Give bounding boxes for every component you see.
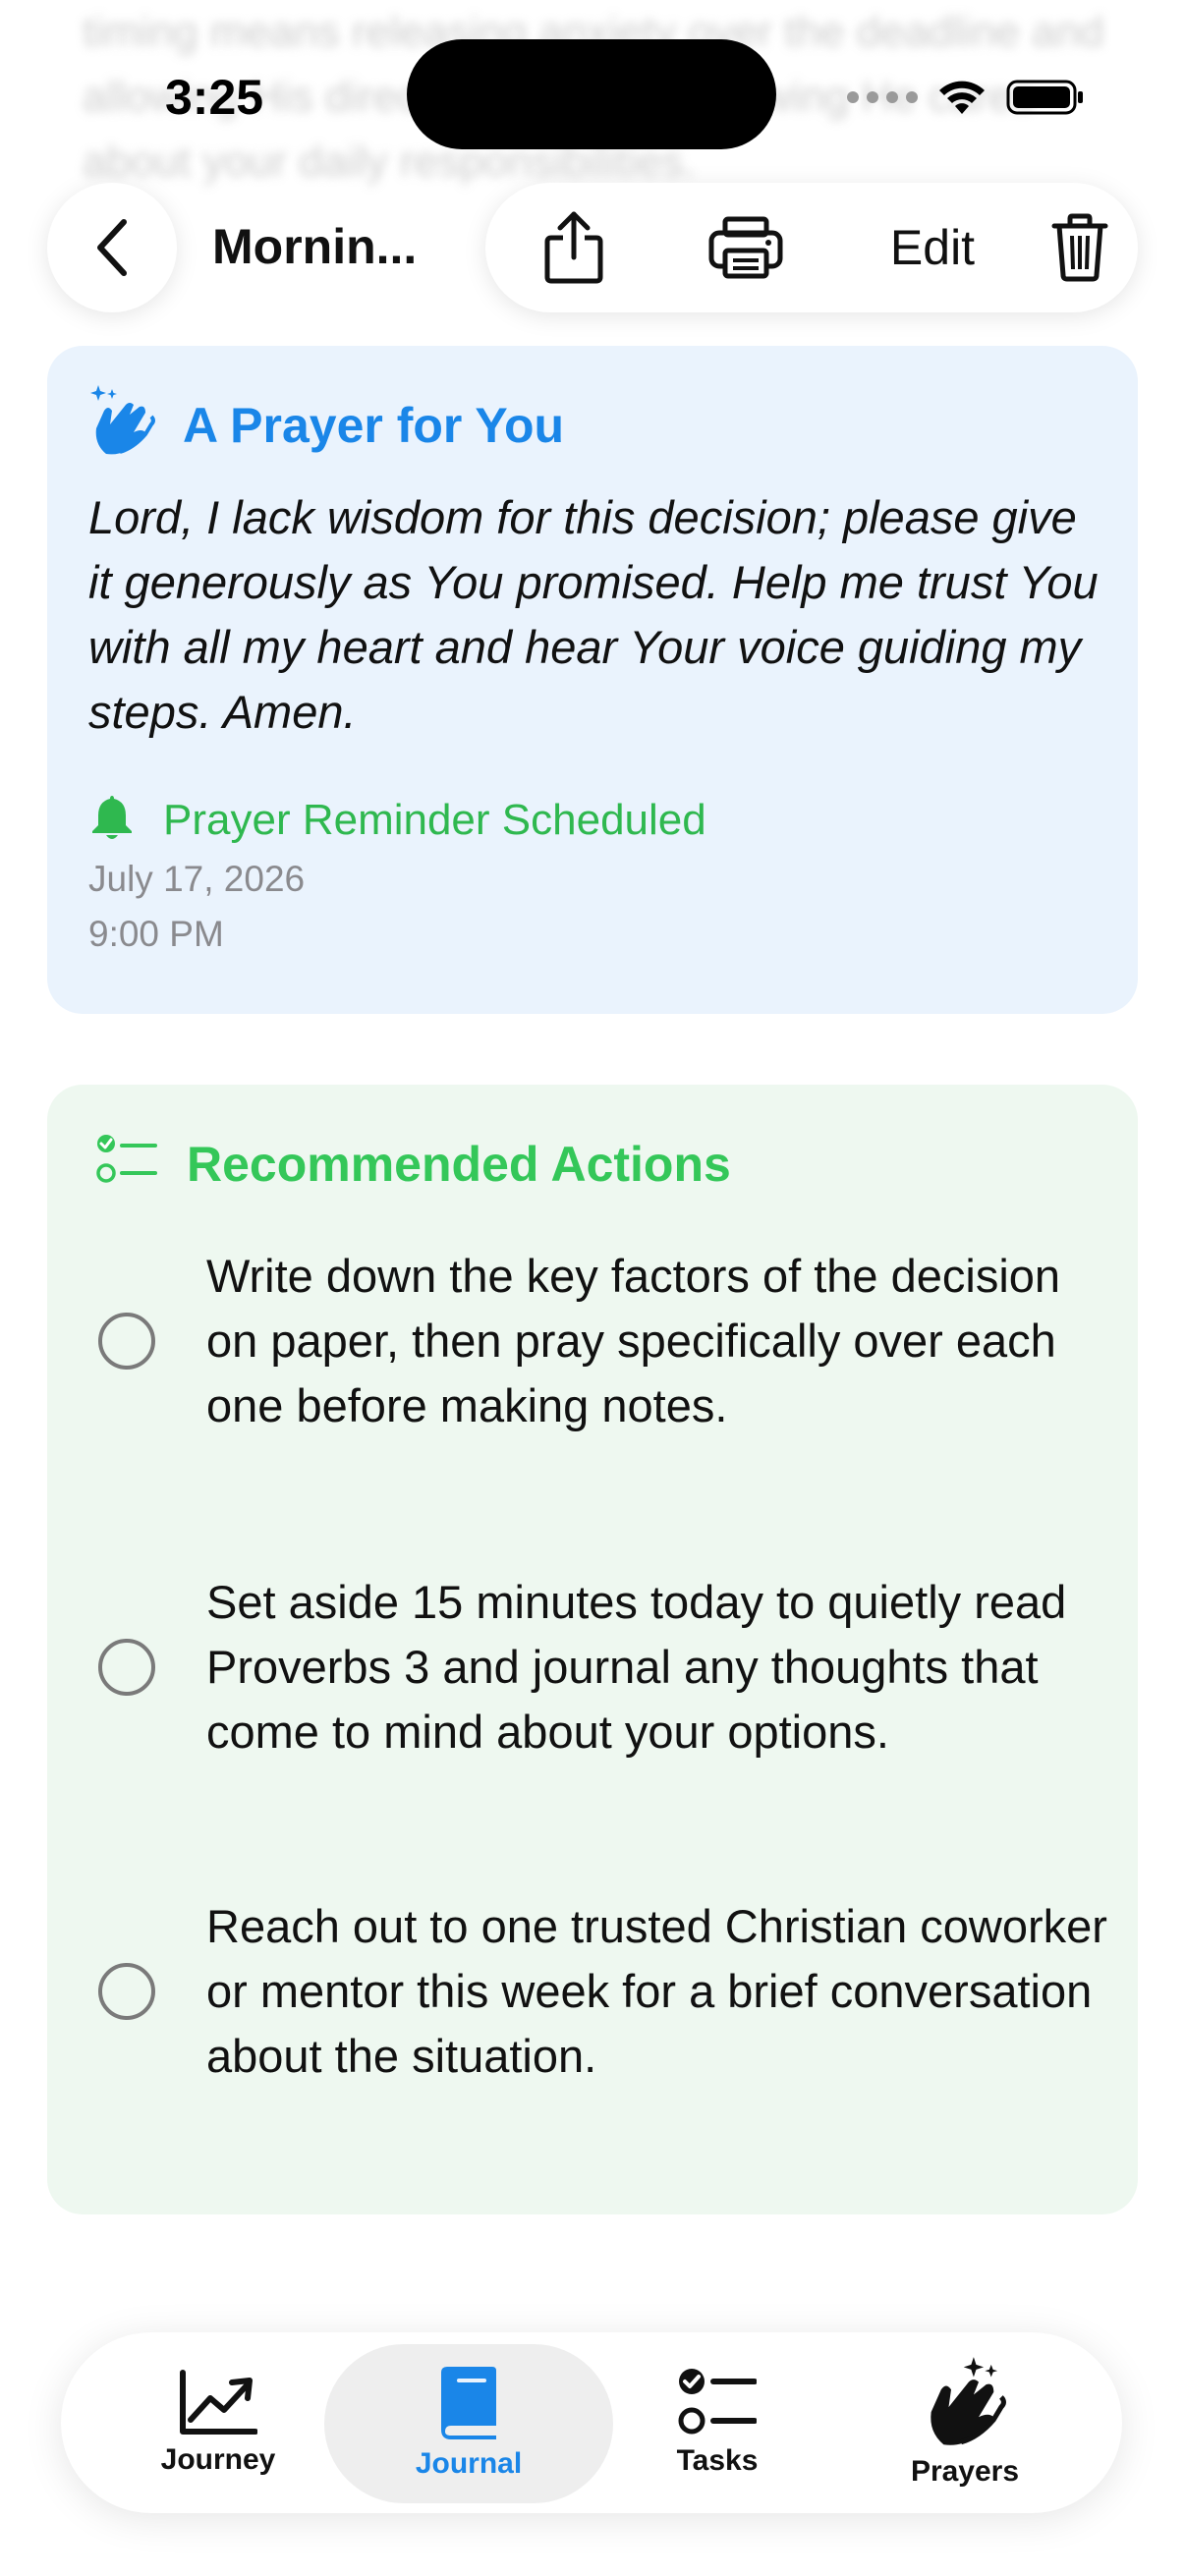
- reminder-date: July 17, 2026: [88, 859, 306, 899]
- recommended-actions-title: Recommended Actions: [187, 1137, 731, 1192]
- action-text: Reach out to one trusted Christian cowor…: [206, 1900, 1107, 2082]
- page-title: Mornin...: [212, 219, 418, 274]
- chart-line-icon: [180, 2370, 257, 2435]
- reminder-status: Prayer Reminder Scheduled: [163, 796, 706, 844]
- dynamic-island: [407, 39, 776, 149]
- tab-journal[interactable]: Journal: [383, 2332, 554, 2513]
- chevron-left-icon: [97, 219, 127, 276]
- tab-label: Journey: [160, 2443, 276, 2476]
- book-icon: [441, 2367, 496, 2439]
- edit-button[interactable]: Edit: [849, 183, 1016, 312]
- checklist-icon: [96, 1135, 157, 1183]
- action-item: Write down the key factors of the decisi…: [98, 1244, 1120, 1438]
- status-icons: [847, 73, 1085, 122]
- trash-icon: [1051, 213, 1108, 282]
- battery-icon: [1006, 80, 1083, 115]
- tab-prayers[interactable]: Prayers: [886, 2332, 1044, 2513]
- share-icon: [544, 211, 603, 284]
- action-checkbox[interactable]: [98, 1963, 155, 2020]
- wifi-icon: [939, 81, 985, 114]
- action-item: Set aside 15 minutes today to quietly re…: [98, 1570, 1120, 1764]
- nav-actions-bar: Edit: [485, 183, 1138, 312]
- prayer-card-title: A Prayer for You: [183, 398, 565, 453]
- praying-hands-icon: [90, 385, 155, 455]
- action-item: Reach out to one trusted Christian cowor…: [98, 1894, 1120, 2089]
- action-checkbox[interactable]: [98, 1313, 155, 1370]
- praying-hands-icon: [931, 2357, 1006, 2445]
- delete-button[interactable]: [1036, 183, 1124, 312]
- tab-label: Journal: [415, 2447, 523, 2480]
- print-button[interactable]: [682, 183, 810, 312]
- reminder-time: 9:00 PM: [88, 914, 224, 954]
- tab-tasks[interactable]: Tasks: [639, 2332, 796, 2513]
- checklist-icon: [678, 2369, 757, 2435]
- cellular-dots-icon: [847, 91, 918, 103]
- status-time: 3:25: [165, 70, 264, 125]
- bell-icon: [92, 796, 132, 839]
- tab-label: Tasks: [676, 2444, 759, 2477]
- share-button[interactable]: [515, 183, 633, 312]
- action-text: Set aside 15 minutes today to quietly re…: [206, 1576, 1067, 1758]
- printer-icon: [708, 216, 783, 279]
- back-button[interactable]: [47, 183, 177, 312]
- action-checkbox[interactable]: [98, 1639, 155, 1696]
- tab-label: Prayers: [910, 2455, 1020, 2488]
- action-text: Write down the key factors of the decisi…: [206, 1250, 1061, 1431]
- prayer-text: Lord, I lack wisdom for this decision; p…: [88, 491, 1099, 738]
- tab-journey[interactable]: Journey: [140, 2332, 297, 2513]
